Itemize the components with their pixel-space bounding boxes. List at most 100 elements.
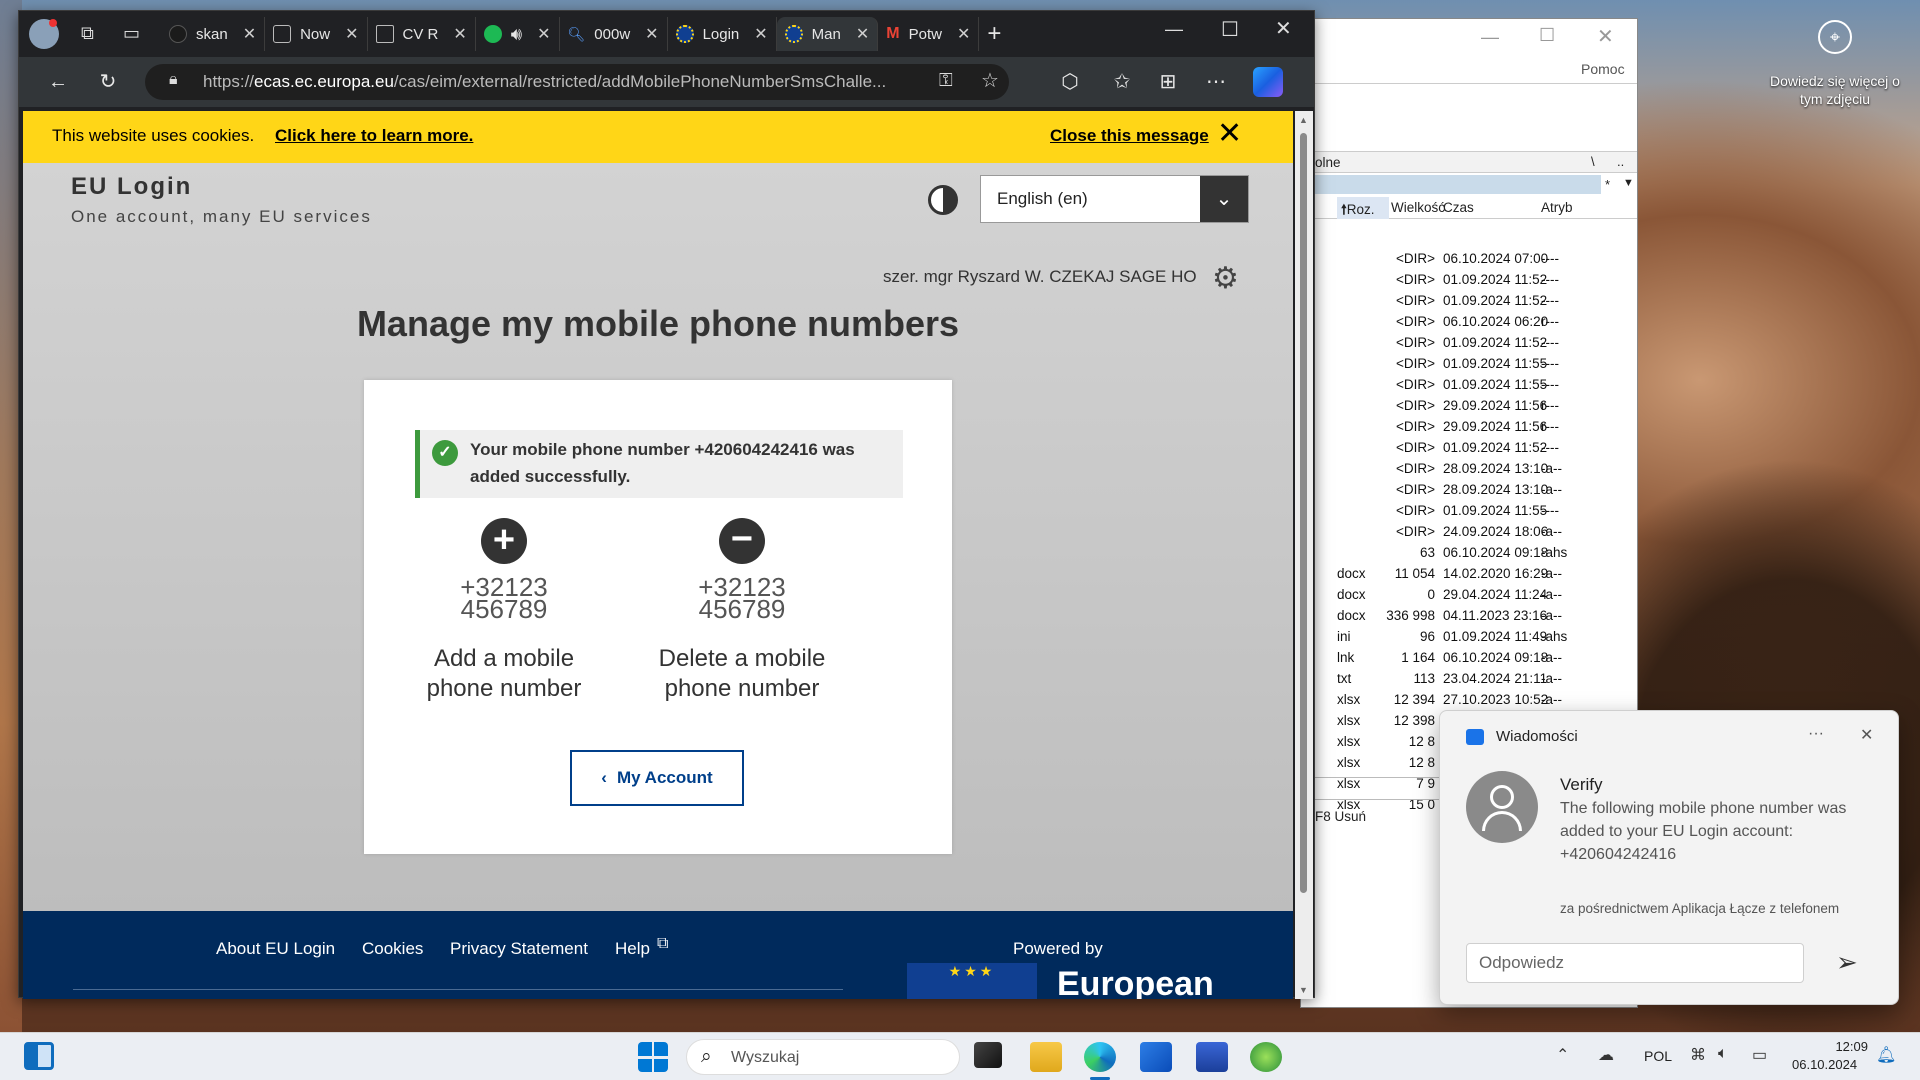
my-account-button[interactable]: ‹ My Account [570, 750, 744, 806]
more-icon[interactable]: ··· [1808, 725, 1824, 743]
user-name[interactable]: szer. mgr Ryszard W. CZEKAJ SAGE HO [883, 267, 1197, 287]
close-icon[interactable]: ✕ [243, 24, 256, 44]
contrast-icon[interactable] [928, 185, 958, 215]
extensions-icon[interactable]: ⬡ [1053, 65, 1087, 99]
network-icon[interactable]: ⌘ [1690, 1045, 1706, 1065]
edge-icon[interactable] [1084, 1042, 1116, 1072]
key-icon[interactable]: ⚿ [939, 70, 953, 91]
more-icon[interactable]: ⋯ [1199, 65, 1233, 99]
battery-icon[interactable]: ▭ [1752, 1045, 1767, 1065]
close-icon[interactable]: ✕ [537, 24, 550, 44]
list-item[interactable]: <DIR> 06.10.2024 07:00 ---- [1301, 249, 1631, 270]
tab-cv[interactable]: CV R ✕ [368, 17, 476, 51]
column-ext[interactable]: 🠕Roz. [1337, 197, 1389, 219]
list-item[interactable]: <DIR> 01.09.2024 11:55 ---- [1301, 354, 1631, 375]
scroll-up-icon[interactable]: ▲ [1299, 115, 1308, 125]
refresh-icon[interactable]: ↻ [91, 65, 125, 99]
send-icon[interactable]: ➢ [1836, 947, 1858, 978]
maximize-icon[interactable]: ☐ [1221, 17, 1239, 42]
tab-skan[interactable]: skan ✕ [161, 17, 266, 51]
list-item[interactable]: <DIR> 29.09.2024 11:56 r--- [1301, 396, 1631, 417]
volume-icon[interactable]: 🔈︎ [1718, 1045, 1728, 1063]
language-select[interactable]: English (en) ⌄ [980, 175, 1249, 223]
list-item[interactable]: <DIR> 01.09.2024 11:52 ---- [1301, 333, 1631, 354]
maximize-icon[interactable]: ☐ [1539, 25, 1555, 46]
list-item[interactable]: xlsx 12 394 27.10.2023 10:52 -a-- [1301, 690, 1631, 711]
language-indicator[interactable]: POL [1644, 1048, 1672, 1064]
close-icon[interactable]: ✕ [453, 24, 466, 44]
list-item[interactable]: <DIR> 01.09.2024 11:52 ---- [1301, 438, 1631, 459]
fm-filter-row[interactable] [1301, 175, 1601, 194]
bell-icon[interactable]: 🔔︎ [1876, 1045, 1896, 1065]
close-icon[interactable]: ✕ [645, 24, 658, 44]
vertical-tabs-icon[interactable]: ▭ [123, 23, 140, 44]
list-item[interactable]: <DIR> 01.09.2024 11:52 ---- [1301, 270, 1631, 291]
cookie-learn-more-link[interactable]: Click here to learn more. [275, 126, 473, 146]
workspaces-icon[interactable]: ⧉ [81, 23, 94, 44]
cookie-close-link[interactable]: Close this message [1050, 126, 1209, 146]
list-item[interactable]: ini 96 01.09.2024 11:49 -ahs [1301, 627, 1631, 648]
back-icon[interactable]: ← [41, 65, 75, 99]
globe-app-icon[interactable] [1250, 1042, 1282, 1072]
copilot-icon[interactable] [1253, 67, 1283, 97]
collections-icon[interactable]: ⊞ [1151, 65, 1185, 99]
page-scrollbar[interactable]: ▲ ▼ [1295, 111, 1313, 999]
chevron-up-icon[interactable]: ⌃ [1556, 1045, 1569, 1065]
add-phone-label[interactable]: Add a mobile phone number [404, 644, 604, 704]
clock-time[interactable]: 12:09 [1808, 1039, 1868, 1054]
store-icon[interactable] [1140, 1042, 1172, 1072]
tab-now[interactable]: Now ✕ [265, 17, 368, 51]
menu-help[interactable]: Pomoc [1581, 61, 1625, 77]
footer-link-cookies[interactable]: Cookies [362, 939, 423, 959]
tab-manage[interactable]: Man ✕ [776, 17, 879, 51]
close-icon[interactable]: ✕ [345, 24, 358, 44]
address-bar[interactable]: https://ecas.ec.europa.eu/cas/eim/extern… [145, 64, 1009, 100]
taskbar-search[interactable]: ⌕ Wyszukaj [686, 1039, 960, 1075]
lock-icon[interactable]: 🔒︎ [169, 71, 178, 89]
list-item[interactable]: <DIR> 28.09.2024 13:10 -a-- [1301, 459, 1631, 480]
tab-spotify[interactable]: 🔊︎ ✕ [476, 17, 560, 51]
list-item[interactable]: <DIR> 28.09.2024 13:10 -a-- [1301, 480, 1631, 501]
list-item[interactable]: 63 06.10.2024 09:18 -ahs [1301, 543, 1631, 564]
gear-icon[interactable]: ⚙ [1212, 261, 1239, 296]
list-item[interactable]: <DIR> 29.09.2024 11:56 r--- [1301, 417, 1631, 438]
widgets-icon[interactable] [24, 1042, 54, 1070]
list-item[interactable]: <DIR> 06.10.2024 06:20 r--- [1301, 312, 1631, 333]
task-view-icon[interactable] [974, 1042, 1002, 1068]
list-item[interactable]: <DIR> 24.09.2024 18:06 -a-- [1301, 522, 1631, 543]
list-item[interactable]: docx 336 998 04.11.2023 23:16 -a-- [1301, 606, 1631, 627]
footer-link-help[interactable]: Help [615, 939, 650, 959]
close-icon[interactable]: ✕ [1860, 725, 1873, 745]
footer-link-about[interactable]: About EU Login [216, 939, 335, 959]
close-icon[interactable]: ✕ [1597, 24, 1614, 49]
clock-date[interactable]: 06.10.2024 [1792, 1057, 1857, 1072]
list-item[interactable]: <DIR> 01.09.2024 11:55 ---- [1301, 501, 1631, 522]
close-icon[interactable]: ✕ [1275, 16, 1292, 41]
close-icon[interactable]: ✕ [957, 24, 970, 44]
chevron-down-icon[interactable]: ⌄ [1200, 176, 1248, 222]
tab-login[interactable]: Login ✕ [668, 17, 777, 51]
speaker-icon[interactable]: 🔊︎ [511, 24, 522, 45]
close-icon[interactable]: ✕ [754, 24, 767, 44]
scrollbar-thumb[interactable] [1300, 133, 1307, 893]
path-up-icon[interactable]: .. [1617, 154, 1624, 169]
scroll-down-icon[interactable]: ▼ [1299, 985, 1308, 995]
delete-phone-label[interactable]: Delete a mobile phone number [642, 644, 842, 704]
column-attr[interactable]: Atryb [1541, 200, 1573, 215]
list-item[interactable]: docx 0 29.04.2024 11:24 -a-- [1301, 585, 1631, 606]
cloud-icon[interactable]: ☁ [1598, 1045, 1614, 1065]
star-icon[interactable]: ☆ [981, 68, 999, 93]
camera-info-icon[interactable]: ⌖ [1818, 20, 1852, 54]
list-item[interactable]: lnk 1 164 06.10.2024 09:18 -a-- [1301, 648, 1631, 669]
new-tab-button[interactable]: + [979, 17, 1009, 51]
site-title[interactable]: EU Login [71, 173, 192, 201]
list-item[interactable]: <DIR> 01.09.2024 11:52 ---- [1301, 291, 1631, 312]
f8-delete-button[interactable]: F8 Usuń [1315, 809, 1366, 824]
close-icon[interactable]: ✕ [1217, 116, 1242, 151]
footer-link-privacy[interactable]: Privacy Statement [450, 939, 588, 959]
floppy-app-icon[interactable] [1196, 1042, 1228, 1072]
photo-hint[interactable]: Dowiedz się więcej o tym zdjęciu [1760, 72, 1910, 108]
minimize-icon[interactable]: — [1481, 27, 1499, 48]
list-item[interactable]: <DIR> 01.09.2024 11:55 ---- [1301, 375, 1631, 396]
list-item[interactable]: txt 113 23.04.2024 21:11 -a-- [1301, 669, 1631, 690]
